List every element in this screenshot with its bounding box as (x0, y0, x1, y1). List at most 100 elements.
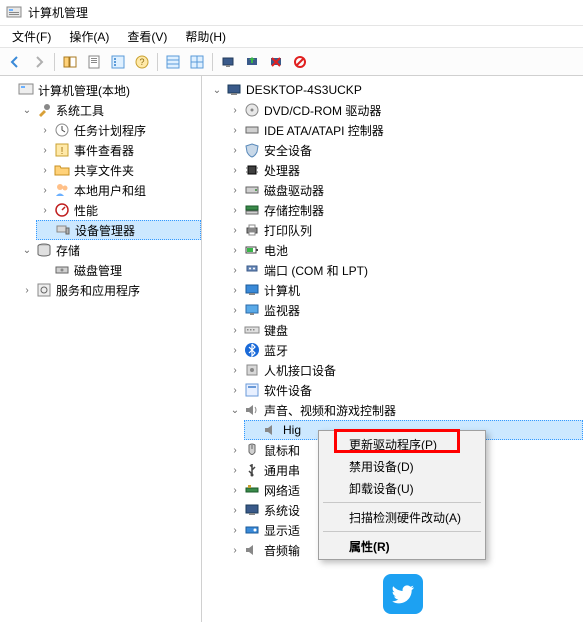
cm-update-driver[interactable]: 更新驱动程序(P) (321, 433, 483, 455)
performance-node[interactable]: ›性能 (36, 200, 201, 220)
storage-node[interactable]: ⌄存储 (18, 240, 201, 260)
storage-ctrl-node[interactable]: ›存储控制器 (226, 200, 583, 220)
cm-uninstall-device[interactable]: 卸载设备(U) (321, 477, 483, 499)
expander-icon[interactable]: › (228, 323, 242, 337)
storage-ctrl-icon (244, 202, 260, 218)
content-area: ▸ 计算机管理(本地) ⌄ 系统工具 › 任务计划程序 ›! 事件查看器 (0, 76, 583, 622)
task-scheduler-node[interactable]: › 任务计划程序 (36, 120, 201, 140)
uninstall-device-button[interactable] (265, 51, 287, 73)
cm-properties[interactable]: 属性(R) (321, 535, 483, 557)
expander-icon[interactable]: › (38, 123, 52, 137)
software-device-node[interactable]: ›软件设备 (226, 380, 583, 400)
event-icon: ! (54, 142, 70, 158)
detail-view-button[interactable] (162, 51, 184, 73)
root-node[interactable]: ▸ 计算机管理(本地) (0, 80, 201, 100)
back-button[interactable] (4, 51, 26, 73)
expander-icon[interactable]: › (38, 163, 52, 177)
expander-icon[interactable]: › (228, 183, 242, 197)
svg-text:?: ? (139, 57, 144, 67)
expander-icon[interactable]: › (228, 283, 242, 297)
event-viewer-label: 事件查看器 (74, 142, 134, 159)
expander-icon[interactable]: › (228, 103, 242, 117)
expander-icon[interactable]: › (38, 143, 52, 157)
expander-icon[interactable]: › (228, 463, 242, 477)
cm-scan-hardware[interactable]: 扫描检测硬件改动(A) (321, 506, 483, 528)
expander-open-icon[interactable]: ⌄ (20, 243, 34, 257)
expander-icon[interactable]: › (228, 443, 242, 457)
computer-cat-node[interactable]: ›计算机 (226, 280, 583, 300)
battery-label: 电池 (264, 242, 288, 259)
ide-node[interactable]: › IDE ATA/ATAPI 控制器 (226, 120, 583, 140)
keyboard-node[interactable]: ›键盘 (226, 320, 583, 340)
update-driver-button[interactable] (241, 51, 263, 73)
bluetooth-node[interactable]: ›蓝牙 (226, 340, 583, 360)
device-manager-node[interactable]: ›设备管理器 (36, 220, 201, 240)
services-apps-node[interactable]: ›服务和应用程序 (18, 280, 201, 300)
local-users-node[interactable]: ›本地用户和组 (36, 180, 201, 200)
security-node[interactable]: ›安全设备 (226, 140, 583, 160)
system-tools-label: 系统工具 (56, 102, 104, 119)
services-icon (36, 282, 52, 298)
expander-icon[interactable]: › (228, 523, 242, 537)
cm-disable-device[interactable]: 禁用设备(D) (321, 455, 483, 477)
expander-icon[interactable]: › (228, 503, 242, 517)
disable-device-button[interactable] (289, 51, 311, 73)
hid-node[interactable]: ›人机接口设备 (226, 360, 583, 380)
task-scheduler-label: 任务计划程序 (74, 122, 146, 139)
event-viewer-node[interactable]: ›! 事件查看器 (36, 140, 201, 160)
scan-hardware-button[interactable] (217, 51, 239, 73)
expander-icon[interactable]: › (228, 343, 242, 357)
properties-button[interactable] (83, 51, 105, 73)
list-view-button[interactable] (107, 51, 129, 73)
battery-node[interactable]: › 电池 (226, 240, 583, 260)
ide-label: IDE ATA/ATAPI 控制器 (264, 122, 384, 139)
large-icons-button[interactable] (186, 51, 208, 73)
system-tools-node[interactable]: ⌄ 系统工具 (18, 100, 201, 120)
ports-node[interactable]: ›端口 (COM 和 LPT) (226, 260, 583, 280)
expander-icon[interactable]: › (38, 203, 52, 217)
monitors-node[interactable]: ›监视器 (226, 300, 583, 320)
shared-folders-node[interactable]: › 共享文件夹 (36, 160, 201, 180)
performance-icon (54, 202, 70, 218)
expander-icon[interactable]: › (228, 143, 242, 157)
expander-icon[interactable]: › (228, 123, 242, 137)
watermark-logo-icon (383, 574, 423, 614)
expander-icon[interactable]: › (38, 183, 52, 197)
expander-icon[interactable]: › (228, 203, 242, 217)
menu-file[interactable]: 文件(F) (4, 26, 59, 47)
sound-video-game-node[interactable]: ⌄声音、视频和游戏控制器 (226, 400, 583, 420)
dvd-node[interactable]: ›DVD/CD-ROM 驱动器 (226, 100, 583, 120)
gpu-icon (244, 522, 260, 538)
computer-icon (226, 82, 242, 98)
host-node[interactable]: ⌄DESKTOP-4S3UCKP (208, 80, 583, 100)
expander-open-icon[interactable]: ⌄ (228, 403, 242, 417)
expander-icon[interactable]: › (228, 543, 242, 557)
expander-icon[interactable]: › (228, 163, 242, 177)
svg-text:!: ! (61, 146, 64, 157)
menu-view[interactable]: 查看(V) (119, 26, 175, 47)
print-queue-node[interactable]: ›打印队列 (226, 220, 583, 240)
expander-open-icon[interactable]: ⌄ (210, 83, 224, 97)
cpu-node[interactable]: ›处理器 (226, 160, 583, 180)
expander-icon[interactable]: › (228, 303, 242, 317)
expander-icon[interactable]: › (228, 363, 242, 377)
folder-share-icon (54, 162, 70, 178)
expander-icon[interactable]: › (228, 483, 242, 497)
expander-icon[interactable]: › (228, 223, 242, 237)
expander-icon[interactable]: › (228, 243, 242, 257)
disk-drives-node[interactable]: ›磁盘驱动器 (226, 180, 583, 200)
separator (212, 53, 213, 71)
expander-icon[interactable]: › (228, 383, 242, 397)
menu-action[interactable]: 操作(A) (61, 26, 117, 47)
watermark: 白云一键重装系统 www.baiyunxitong.com (383, 574, 575, 614)
expander-icon[interactable]: › (20, 283, 34, 297)
forward-button[interactable] (28, 51, 50, 73)
disk-mgmt-node[interactable]: ›磁盘管理 (36, 260, 201, 280)
help-button[interactable]: ? (131, 51, 153, 73)
shared-folders-label: 共享文件夹 (74, 162, 134, 179)
show-hide-tree-button[interactable] (59, 51, 81, 73)
menu-help[interactable]: 帮助(H) (177, 26, 234, 47)
expander-open-icon[interactable]: ⌄ (20, 103, 34, 117)
management-tree[interactable]: ▸ 计算机管理(本地) ⌄ 系统工具 › 任务计划程序 ›! 事件查看器 (0, 80, 201, 300)
expander-icon[interactable]: › (228, 263, 242, 277)
